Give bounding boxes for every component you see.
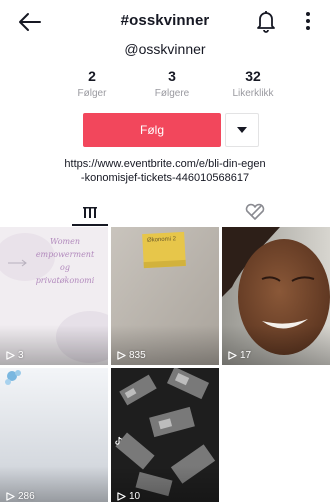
stat-followers[interactable]: 3 Følgere <box>132 68 212 101</box>
stat-following-count: 2 <box>88 68 96 84</box>
stat-followers-label: Følgere <box>154 88 190 99</box>
view-count: 286 <box>6 491 35 502</box>
page-title: #osskvinner <box>120 12 210 29</box>
tiktok-watermark-icon <box>115 436 122 445</box>
stat-likes-label: Likerklikk <box>232 88 274 99</box>
caret-down-icon <box>237 127 247 133</box>
liked-heart-icon[interactable] <box>242 200 268 222</box>
stat-followers-count: 3 <box>168 68 176 84</box>
bio-line-1: https://www.eventbrite.com/e/bli-din-ege… <box>64 158 266 170</box>
video-tile[interactable]: Økonomi 2 835 <box>111 227 219 365</box>
suggestions-dropdown-button[interactable] <box>225 113 259 147</box>
follow-button[interactable]: Følg <box>83 113 221 147</box>
play-icon <box>117 492 126 501</box>
play-icon <box>117 351 126 360</box>
view-count: 17 <box>228 350 251 361</box>
video-tile[interactable]: 10 <box>111 368 219 502</box>
video-tile[interactable]: Women empowerment og privatøkonomi 3 <box>0 227 108 365</box>
play-icon <box>6 351 15 360</box>
play-icon <box>6 492 15 501</box>
top-bar: #osskvinner <box>0 0 330 44</box>
stat-likes[interactable]: 32 Likerklikk <box>213 68 293 101</box>
profile-bio-link[interactable]: https://www.eventbrite.com/e/bli-din-ege… <box>20 157 310 185</box>
more-vertical-icon[interactable] <box>300 8 316 34</box>
video-tile[interactable]: 286 <box>0 368 108 502</box>
profile-handle: @osskvinner <box>124 41 206 57</box>
play-icon <box>228 351 237 360</box>
profile-tabs <box>0 198 330 226</box>
video-tile[interactable]: 17 <box>222 227 330 365</box>
stat-following-label: Følger <box>77 88 107 99</box>
grid-icon[interactable] <box>72 200 108 226</box>
bio-line-2: -konomisjef-tickets-446010568617 <box>80 172 250 184</box>
stat-following[interactable]: 2 Følger <box>52 68 132 101</box>
video-overlay-text: Women empowerment og privatøkonomi <box>35 237 95 285</box>
view-count: 835 <box>117 350 146 361</box>
profile-stats: 2 Følger 3 Følgere 32 Likerklikk <box>0 68 330 104</box>
bell-icon[interactable] <box>255 8 277 34</box>
active-tab-indicator <box>72 224 108 226</box>
stat-likes-count: 32 <box>245 68 261 84</box>
view-count: 3 <box>6 350 24 361</box>
view-count: 10 <box>117 491 140 502</box>
